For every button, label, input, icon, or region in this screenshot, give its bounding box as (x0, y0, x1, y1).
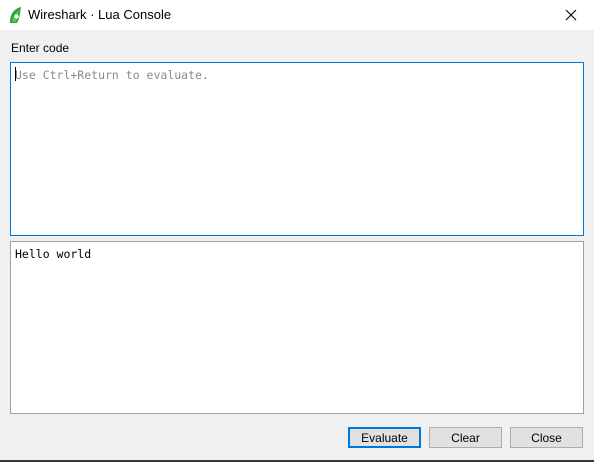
text-caret (15, 67, 16, 81)
evaluate-button[interactable]: Evaluate (348, 427, 421, 448)
wireshark-fin-icon (7, 6, 23, 24)
enter-code-label: Enter code (11, 41, 70, 55)
close-icon (565, 9, 577, 21)
title-bar: Wireshark · Lua Console (0, 0, 594, 30)
lua-console-window: Wireshark · Lua Console Enter code Hello… (0, 0, 594, 462)
window-close-button[interactable] (548, 0, 594, 30)
close-button[interactable]: Close (510, 427, 583, 448)
clear-button[interactable]: Clear (429, 427, 502, 448)
code-input[interactable] (10, 62, 584, 236)
window-title: Wireshark · Lua Console (28, 7, 172, 22)
output-area: Hello world (10, 241, 584, 414)
